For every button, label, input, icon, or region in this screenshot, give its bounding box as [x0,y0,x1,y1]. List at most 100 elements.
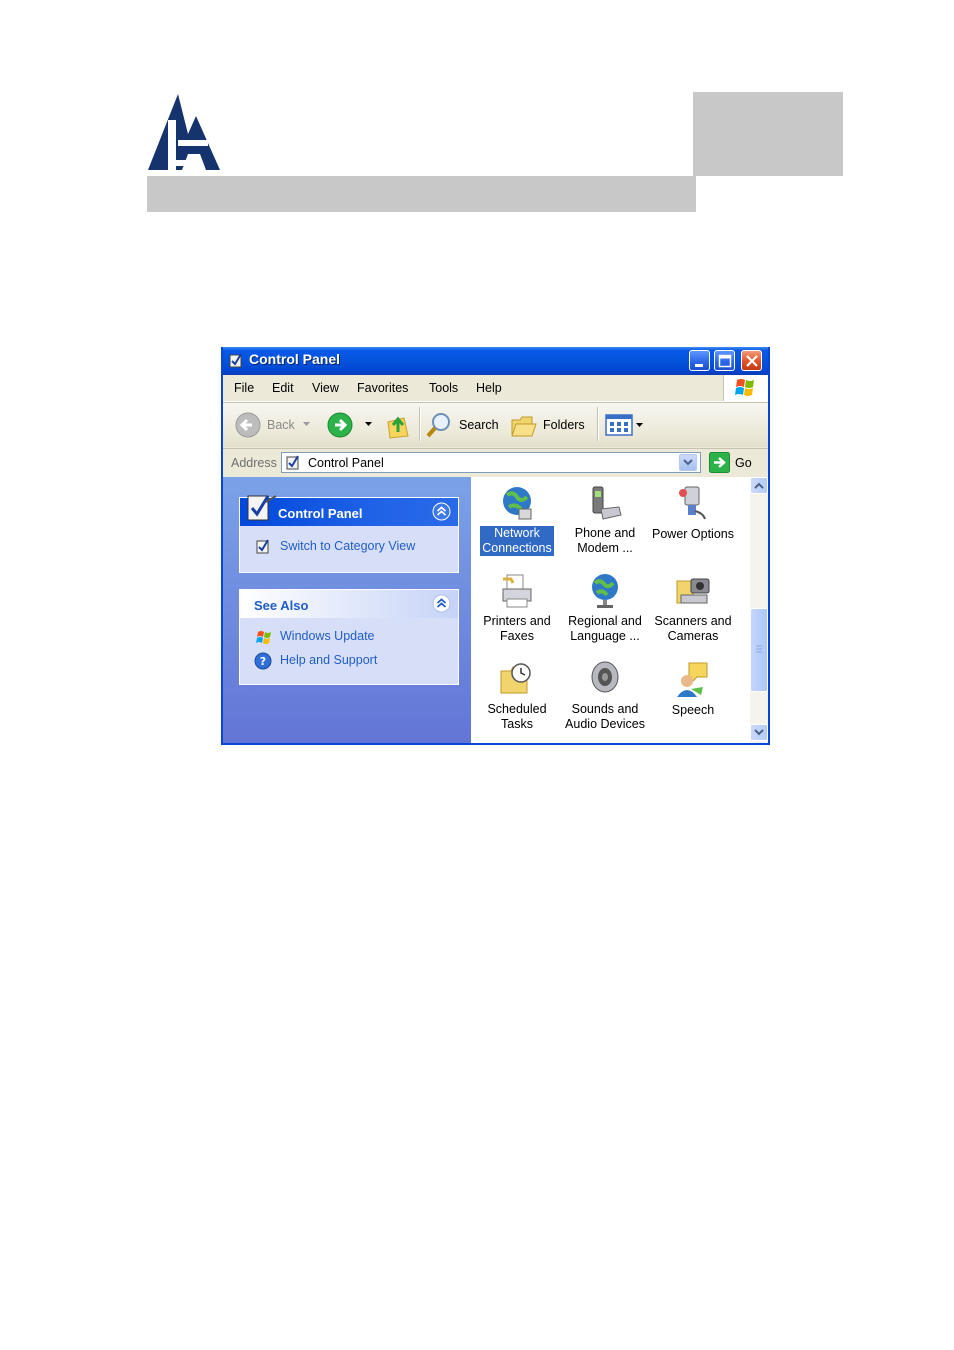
views-button[interactable] [605,413,645,437]
windows-flag-icon [735,379,754,396]
menu-file[interactable]: File [234,381,254,395]
sounds-audio-icon [591,661,619,693]
forward-arrow-icon [327,412,353,438]
windows-update-icon [256,631,271,644]
back-dropdown-icon[interactable] [303,422,311,428]
switch-category-view-link[interactable]: Switch to Category View [254,538,454,556]
back-label: Back [267,418,295,432]
windows-logo [723,375,768,401]
control-panel-items: Network Connections Phone and Modem ... … [471,477,749,743]
phone-modem-icon [592,486,622,520]
folders-button[interactable]: Folders [510,410,592,440]
item-label: Sounds and Audio Devices [565,702,645,731]
collapse-icon[interactable] [432,594,451,613]
menu-favorites[interactable]: Favorites [357,381,408,395]
item-network-connections[interactable]: Network Connections [473,483,561,569]
help-support-label: Help and Support [280,653,378,667]
views-icon [605,414,643,436]
svg-text:?: ? [260,655,266,668]
toolbar-separator [419,407,421,441]
item-power-options[interactable]: Power Options [649,483,737,569]
menu-bar: File Edit View Favorites Tools Help [223,375,768,402]
window-title: Control Panel [249,351,341,367]
collapse-icon[interactable] [432,502,451,521]
control-panel-box: Control Panel Switch to Category View [239,495,459,573]
search-icon [426,413,450,438]
item-scanners-cameras[interactable]: Scanners and Cameras [649,571,737,657]
item-speech[interactable]: Speech [649,659,737,743]
help-support-link[interactable]: ? Help and Support [254,652,454,670]
address-label: Address [231,456,277,470]
item-phone-modem[interactable]: Phone and Modem ... [561,483,649,569]
close-button[interactable] [741,350,762,371]
windows-update-link[interactable]: Windows Update [254,628,454,646]
scroll-thumb[interactable] [750,608,768,692]
windows-update-label: Windows Update [280,629,375,643]
address-bar: Address Control Panel Go [223,448,768,477]
title-bar[interactable]: Control Panel [223,347,768,375]
scroll-down-button[interactable] [750,724,768,741]
vertical-scrollbar[interactable] [750,477,768,743]
see-also-title: See Also [254,598,309,613]
item-label: Regional and Language ... [568,614,642,643]
control-panel-window: Control Panel File Edit View Favorites T… [221,347,770,745]
address-dropdown-button[interactable] [679,454,697,471]
go-arrow-icon [709,452,730,473]
scanners-cameras-icon [676,578,710,604]
item-label: Printers and Faxes [483,614,551,643]
control-panel-box-header[interactable]: Control Panel [240,495,458,526]
menu-edit[interactable]: Edit [272,381,294,395]
menu-help[interactable]: Help [476,381,502,395]
address-input[interactable]: Control Panel [281,452,701,473]
up-folder-icon [387,416,409,439]
header-bar [147,176,696,212]
power-options-icon [679,486,706,520]
control-panel-icon [229,353,242,368]
content-area: Control Panel Switch to Category View Se… [223,477,768,743]
item-label: Speech [671,703,715,717]
see-also-box-header[interactable]: See Also [240,590,458,618]
address-value: Control Panel [308,456,384,470]
scheduled-tasks-icon [500,663,531,694]
chevron-down-icon [754,729,764,736]
item-label: Phone and Modem ... [574,526,636,555]
item-label: Power Options [652,527,734,541]
item-sounds-audio[interactable]: Sounds and Audio Devices [561,659,649,743]
header-box [693,92,843,176]
folders-label: Folders [543,418,585,432]
switch-category-view-label: Switch to Category View [280,539,416,553]
atlantis-logo [148,94,220,170]
search-label: Search [459,418,499,432]
item-scheduled-tasks[interactable]: Scheduled Tasks [473,659,561,743]
network-connections-icon [503,487,532,520]
scroll-up-button[interactable] [750,477,768,494]
minimize-button[interactable] [689,350,710,371]
item-label: Scheduled Tasks [487,702,547,731]
forward-button[interactable] [327,411,373,439]
chevron-up-icon [754,482,764,489]
item-printers-faxes[interactable]: Printers and Faxes [473,571,561,657]
standard-toolbar: Back Search Folders [223,402,768,447]
minimize-icon [695,364,703,367]
control-panel-icon [256,539,269,554]
control-panel-box-title: Control Panel [278,506,363,521]
control-panel-large-icon [247,495,277,521]
forward-dropdown-icon[interactable] [365,422,373,428]
up-folder-button[interactable] [384,410,412,440]
item-label: Network Connections [480,526,554,556]
maximize-button[interactable] [714,350,735,371]
printers-faxes-icon [502,574,532,608]
menu-tools[interactable]: Tools [429,381,458,395]
regional-language-icon [592,574,618,608]
close-icon [746,355,758,367]
menu-view[interactable]: View [312,381,339,395]
back-arrow-icon [235,412,261,438]
search-button[interactable]: Search [425,410,501,440]
item-regional-language[interactable]: Regional and Language ... [561,571,649,657]
go-button[interactable]: Go [709,452,763,474]
go-label: Go [735,456,752,470]
maximize-icon [718,354,732,368]
back-button[interactable]: Back [233,411,311,439]
grip-icon [756,645,762,653]
chevron-down-icon [683,459,693,466]
